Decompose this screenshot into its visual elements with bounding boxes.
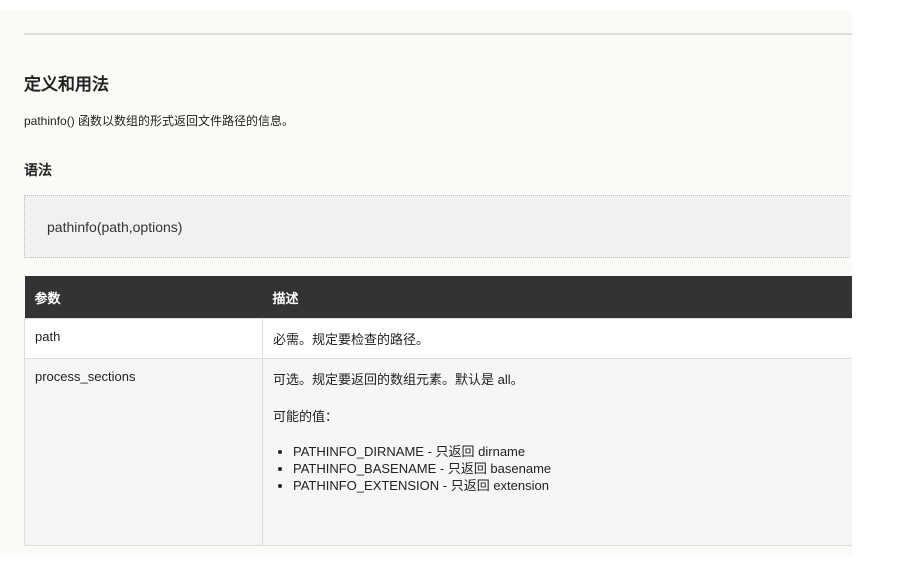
description: pathinfo() 函数以数组的形式返回文件路径的信息。 [24, 114, 295, 128]
divider [24, 33, 852, 35]
param-cell: path [24, 318, 263, 359]
list-item: PATHINFO_BASENAME - 只返回 basename [293, 460, 842, 477]
header-desc: 描述 [262, 276, 852, 319]
syntax-code: pathinfo(path,options) [47, 219, 183, 235]
param-cell: process_sections [24, 358, 263, 546]
desc-text: 可选。规定要返回的数组元素。默认是 all。 [273, 372, 524, 387]
desc-cell: 可选。规定要返回的数组元素。默认是 all。 可能的值： PATHINFO_DI… [262, 358, 852, 546]
header-param: 参数 [24, 276, 263, 319]
values-list: PATHINFO_DIRNAME - 只返回 dirname PATHINFO_… [273, 443, 842, 494]
table-header-row: 参数 描述 [24, 276, 852, 319]
parameter-table: 参数 描述 path 必需。规定要检查的路径。 process_sections… [24, 276, 852, 546]
desc-cell: 必需。规定要检查的路径。 [262, 318, 852, 359]
list-item: PATHINFO_DIRNAME - 只返回 dirname [293, 443, 842, 460]
content-area: 定义和用法 pathinfo() 函数以数组的形式返回文件路径的信息。 语法 p… [0, 10, 852, 555]
table-row: path 必需。规定要检查的路径。 [24, 318, 852, 359]
table-row: process_sections 可选。规定要返回的数组元素。默认是 all。 … [24, 358, 852, 546]
list-item: PATHINFO_EXTENSION - 只返回 extension [293, 477, 842, 494]
syntax-title: 语法 [24, 162, 52, 178]
possible-values-label: 可能的值： [273, 409, 339, 424]
syntax-code-block: pathinfo(path,options) [24, 195, 850, 258]
section-title: 定义和用法 [24, 75, 109, 94]
